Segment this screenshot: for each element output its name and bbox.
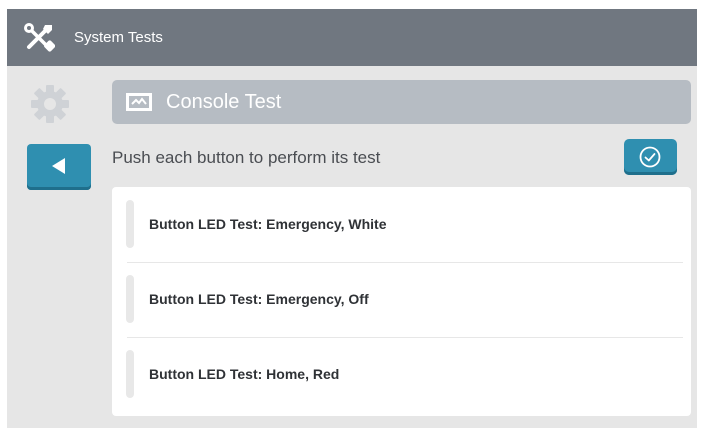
row-indicator (126, 350, 134, 398)
title-bar: System Tests (7, 9, 697, 66)
test-title: Console Test (166, 91, 282, 113)
check-circle-icon (639, 146, 661, 168)
test-row-emergency-off[interactable]: Button LED Test: Emergency, Off (112, 262, 691, 336)
test-label: Button LED Test: Emergency, Off (149, 291, 369, 307)
confirm-button[interactable] (624, 139, 677, 175)
test-row-home-red[interactable]: Button LED Test: Home, Red (112, 337, 691, 411)
back-button[interactable] (27, 144, 91, 190)
test-row-emergency-white[interactable]: Button LED Test: Emergency, White (112, 187, 691, 261)
test-label: Button LED Test: Home, Red (149, 366, 340, 382)
instruction-text: Push each button to perform its test (112, 148, 381, 167)
back-arrow-icon (52, 158, 65, 174)
console-icon (126, 93, 152, 111)
test-list: Button LED Test: Emergency, White Button… (112, 187, 691, 416)
row-indicator (126, 275, 134, 323)
gear-icon[interactable] (30, 84, 70, 124)
screen: System Tests Console Test Push each butt… (7, 9, 697, 428)
test-label: Button LED Test: Emergency, White (149, 216, 387, 232)
test-header: Console Test (112, 80, 691, 124)
tools-icon (24, 23, 55, 52)
app-title: System Tests (74, 29, 163, 46)
row-indicator (126, 200, 134, 248)
